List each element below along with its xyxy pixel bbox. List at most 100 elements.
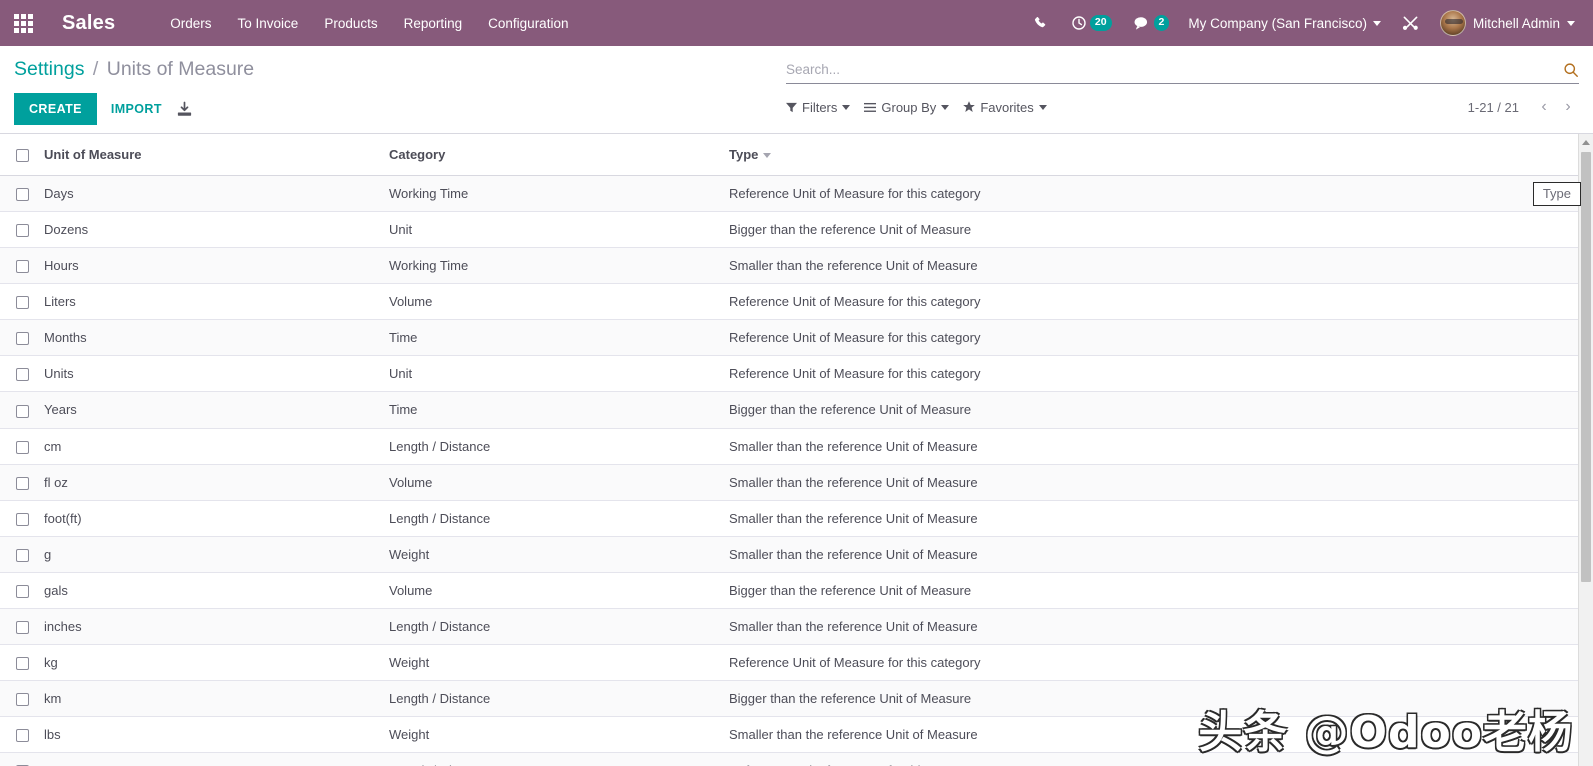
- row-checkbox[interactable]: [16, 224, 29, 238]
- table-row[interactable]: foot(ft) Length / Distance Smaller than th…: [0, 500, 1593, 537]
- table-row[interactable]: Dozens Unit Bigger than the reference Unit…: [0, 211, 1593, 249]
- activity-menu[interactable]: 20: [1060, 0, 1123, 46]
- table-row[interactable]: Months Time Reference Unit of Measure for …: [0, 319, 1593, 357]
- cell-category: Length / Distance: [389, 752, 729, 766]
- systray: 20 2 My Company (San Francisco) Mitchell: [1023, 0, 1593, 46]
- cell-unit-of-measure: lbs: [44, 716, 389, 754]
- row-checkbox[interactable]: [16, 404, 29, 418]
- cell-type: Bigger than the reference Unit of Measur…: [729, 211, 1593, 249]
- cell-type: Reference Unit of Measure for this categ…: [729, 283, 1593, 321]
- favorites-dropdown[interactable]: Favorites: [963, 99, 1047, 115]
- user-menu[interactable]: Mitchell Admin: [1430, 0, 1579, 46]
- cell-category: Length / Distance: [389, 500, 729, 537]
- cell-type: Smaller than the reference Unit of Measu…: [729, 608, 1593, 645]
- row-select-cell: [0, 319, 44, 357]
- avatar: [1439, 10, 1466, 36]
- row-checkbox[interactable]: [16, 440, 29, 454]
- scrollbar-thumb[interactable]: [1581, 152, 1591, 582]
- row-select-cell: [0, 464, 44, 501]
- company-switcher[interactable]: My Company (San Francisco): [1180, 0, 1391, 46]
- table-row[interactable]: inches Length / Distance Smaller than the …: [0, 608, 1593, 645]
- cell-type: Reference Unit of Measure for this categ…: [729, 752, 1593, 766]
- pager-previous-button[interactable]: ‹: [1533, 96, 1555, 118]
- row-checkbox[interactable]: [16, 693, 29, 706]
- crossed-tools-icon[interactable]: [1391, 0, 1430, 46]
- table-row[interactable]: cm Length / Distance Smaller than the refe…: [0, 428, 1593, 465]
- cell-type: Smaller than the reference Unit of Measu…: [729, 247, 1593, 285]
- create-button[interactable]: CREATE: [14, 93, 97, 125]
- row-checkbox[interactable]: [16, 332, 29, 346]
- filters-dropdown[interactable]: Filters: [786, 99, 851, 115]
- group-by-dropdown[interactable]: Group By: [864, 100, 950, 115]
- cell-category: Weight: [389, 644, 729, 681]
- phone-icon[interactable]: [1023, 0, 1060, 46]
- cell-category: Working Time: [389, 247, 729, 285]
- vertical-scrollbar[interactable]: [1578, 134, 1593, 766]
- table-row[interactable]: lbs Weight Smaller than the reference Unit…: [0, 716, 1593, 754]
- chevron-down-icon: [1372, 20, 1381, 26]
- row-select-cell: [0, 500, 44, 537]
- menu-item-orders[interactable]: Orders: [157, 2, 224, 45]
- menu-item-products[interactable]: Products: [311, 2, 390, 45]
- table-row[interactable]: km Length / Distance Bigger than the refer…: [0, 680, 1593, 718]
- import-button[interactable]: IMPORT: [111, 102, 162, 116]
- row-checkbox[interactable]: [16, 729, 29, 743]
- table-row[interactable]: g Weight Smaller than the reference Unit o…: [0, 536, 1593, 573]
- breadcrumb-settings[interactable]: Settings: [14, 58, 84, 80]
- table-row[interactable]: Days Working Time Reference Unit of Measur…: [0, 175, 1593, 213]
- table-row[interactable]: Years Time Bigger than the reference Unit …: [0, 391, 1593, 429]
- list-view: Unit of Measure Category Type Days Workin…: [0, 134, 1593, 766]
- row-checkbox[interactable]: [16, 476, 29, 490]
- chevron-down-icon: [941, 104, 950, 110]
- menu-item-configuration[interactable]: Configuration: [475, 2, 581, 45]
- table-row[interactable]: Hours Working Time Smaller than the refere…: [0, 247, 1593, 285]
- type-tooltip: Type: [1532, 182, 1581, 206]
- row-checkbox[interactable]: [16, 584, 29, 598]
- table-row[interactable]: gals Volume Bigger than the reference Unit…: [0, 572, 1593, 609]
- row-checkbox[interactable]: [16, 260, 29, 274]
- table-row[interactable]: Liters Volume Reference Unit of Measure fo…: [0, 283, 1593, 321]
- table-row[interactable]: Units Unit Reference Unit of Measure for t…: [0, 355, 1593, 393]
- messages-menu[interactable]: 2: [1123, 0, 1181, 46]
- app-brand-sales[interactable]: Sales: [62, 12, 115, 35]
- user-name: Mitchell Admin: [1472, 15, 1560, 31]
- column-header-category[interactable]: Category: [389, 134, 729, 177]
- breadcrumb-separator: /: [92, 58, 99, 80]
- cell-type: Bigger than the reference Unit of Measur…: [729, 572, 1593, 609]
- row-select-cell: [0, 644, 44, 681]
- cell-category: Volume: [389, 572, 729, 609]
- favorites-label: Favorites: [980, 99, 1034, 115]
- row-checkbox[interactable]: [16, 548, 29, 562]
- column-header-type-label: Type: [729, 147, 759, 163]
- row-checkbox[interactable]: [16, 296, 29, 310]
- table-row[interactable]: fl oz Volume Smaller than the reference Un…: [0, 464, 1593, 501]
- cell-unit-of-measure: km: [44, 680, 389, 718]
- column-header-unit-of-measure[interactable]: Unit of Measure: [44, 134, 389, 177]
- column-header-type[interactable]: Type: [729, 134, 1593, 177]
- filters-label: Filters: [802, 99, 838, 115]
- sort-desc-icon: [763, 153, 772, 159]
- cell-unit-of-measure: Hours: [44, 247, 389, 285]
- download-export-icon[interactable]: [176, 101, 193, 118]
- row-checkbox[interactable]: [16, 620, 29, 634]
- cell-category: Weight: [389, 716, 729, 754]
- chevron-down-icon: [1567, 20, 1575, 26]
- scroll-up-arrow-icon[interactable]: [1579, 134, 1593, 150]
- chevron-down-icon: [1038, 104, 1047, 110]
- cell-unit-of-measure: inches: [44, 608, 389, 645]
- apps-grid-icon[interactable]: [0, 0, 46, 46]
- search-input[interactable]: [786, 60, 1563, 79]
- search-icon[interactable]: [1563, 62, 1579, 79]
- row-checkbox[interactable]: [16, 188, 29, 202]
- row-select-cell: [0, 247, 44, 285]
- table-row[interactable]: kg Weight Reference Unit of Measure for th…: [0, 644, 1593, 681]
- row-checkbox[interactable]: [16, 656, 29, 670]
- row-checkbox[interactable]: [16, 368, 29, 382]
- select-all-checkbox[interactable]: [16, 149, 29, 163]
- row-checkbox[interactable]: [16, 512, 29, 526]
- table-row[interactable]: mLength / DistanceReference Unit of Meas…: [0, 752, 1593, 766]
- search-view: [786, 60, 1579, 84]
- pager-next-button[interactable]: ›: [1557, 96, 1579, 118]
- menu-item-to-invoice[interactable]: To Invoice: [225, 2, 312, 45]
- menu-item-reporting[interactable]: Reporting: [391, 2, 476, 45]
